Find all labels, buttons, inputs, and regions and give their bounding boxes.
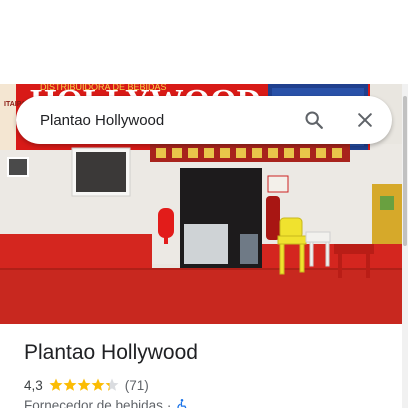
star-rating (49, 378, 119, 392)
close-icon (358, 113, 372, 127)
place-title: Plantao Hollywood (24, 341, 198, 364)
wheelchair-icon (177, 399, 187, 408)
category-row: Fornecedor de bebidas · (24, 396, 189, 408)
star-3 (77, 378, 91, 391)
star-5 (105, 378, 119, 391)
star-rating-graphic (49, 378, 119, 391)
star-4 (91, 378, 105, 391)
search-icon (305, 111, 323, 129)
place-category[interactable]: Fornecedor de bebidas (24, 398, 163, 408)
search-button[interactable] (300, 106, 328, 134)
search-box (16, 96, 392, 144)
search-input[interactable] (40, 96, 290, 144)
star-2 (63, 378, 77, 391)
separator-dot: · (166, 397, 172, 408)
rating-value: 4,3 (24, 377, 43, 393)
review-count[interactable]: (71) (125, 378, 149, 393)
close-button[interactable] (351, 106, 379, 134)
rating-row: 4,3 (71) (24, 376, 149, 394)
star-1 (49, 378, 63, 391)
place-info-panel: Plantao Hollywood 4,3 (71) Fornecedor de… (0, 324, 402, 408)
scrollbar-thumb[interactable] (403, 96, 407, 246)
place-page: ITAIPAVA DISTRIBUIDORA DE BEBIDAS HOLLYW… (0, 0, 408, 408)
